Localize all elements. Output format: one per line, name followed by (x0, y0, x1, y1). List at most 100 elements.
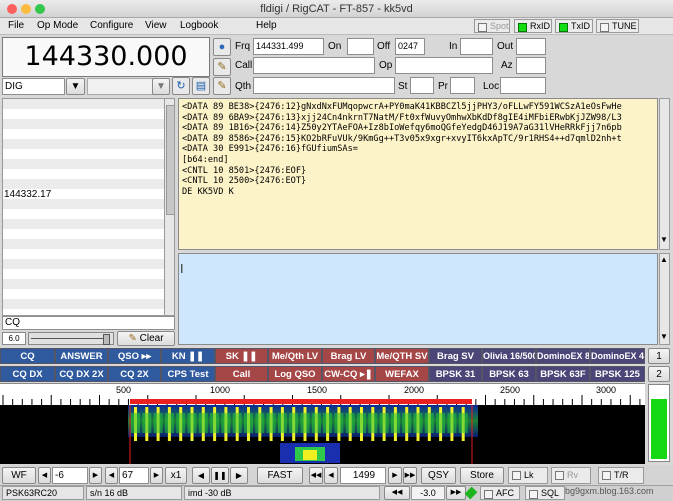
out-field[interactable] (516, 38, 546, 55)
menu-op-mode[interactable]: Op Mode (37, 20, 78, 31)
macro-cq[interactable]: CQ (0, 348, 55, 364)
pr-field[interactable] (450, 77, 475, 94)
spot-toggle[interactable]: Spot (474, 19, 510, 33)
qth-field[interactable] (253, 77, 395, 94)
notes-icon[interactable]: ✎ (213, 77, 231, 95)
afc-toggle[interactable]: AFC (480, 486, 520, 500)
qsy-button[interactable]: QSY (421, 467, 456, 484)
frequency-list-entry[interactable]: 144332.17 (4, 189, 51, 200)
carrier-fast-down-icon[interactable]: ◀◀ (309, 467, 323, 484)
macro-sk[interactable]: SK ❚❚ (215, 348, 268, 364)
ref-level-field[interactable]: -6 (52, 467, 88, 484)
macro-cq-2x[interactable]: CQ 2X (108, 366, 161, 382)
carrier-frequency-field[interactable]: 1499 (340, 467, 386, 484)
carrier-up-icon[interactable]: ▶ (388, 467, 402, 484)
speed-button[interactable]: FAST (257, 467, 303, 484)
chevron-up-icon[interactable]: ▲ (660, 255, 668, 264)
on-field[interactable] (347, 38, 374, 55)
menu-logbook[interactable]: Logbook (180, 20, 218, 31)
menu-view[interactable]: View (145, 20, 167, 31)
pan-left-icon[interactable]: ◀ (192, 467, 210, 484)
zoom-button[interactable]: x1 (165, 467, 187, 484)
frequency-scale[interactable]: 500 1000 1500 2000 2500 3000 (0, 383, 645, 406)
macro-wefax[interactable]: WEFAX (375, 366, 429, 382)
chevron-down-icon[interactable]: ▼ (660, 332, 668, 341)
macro-brag-sv[interactable]: Brag SV (429, 348, 482, 364)
macro-brag-lv[interactable]: Brag LV (322, 348, 375, 364)
carrier-fast-up-icon[interactable]: ▶▶ (403, 467, 417, 484)
macro-cps-test[interactable]: CPS Test (161, 366, 215, 382)
cq-call-field[interactable]: CQ (2, 316, 175, 330)
mode-dropdown-button[interactable]: ▼ (66, 78, 85, 95)
save-freq-icon[interactable]: ▤ (192, 77, 210, 95)
macro-dominoex-4[interactable]: DominoEX 4 (590, 348, 645, 364)
reverse-toggle[interactable]: Rv (551, 467, 591, 484)
mode-select[interactable]: DIG (2, 78, 65, 95)
carrier-down-icon[interactable]: ◀ (324, 467, 338, 484)
txid-toggle[interactable]: TxID (555, 19, 593, 33)
broom-icon[interactable]: ✎ (213, 58, 231, 76)
transmit-text-pane[interactable]: Ⅰ (178, 253, 658, 345)
frq-field[interactable]: 144331.499 (253, 38, 324, 55)
menu-help[interactable]: Help (256, 20, 277, 31)
macro-kn[interactable]: KN ❚❚ (161, 348, 215, 364)
ref-increase-icon[interactable]: ▶ (89, 467, 102, 484)
rig-dropdown-button[interactable]: ▼ (152, 78, 170, 95)
pause-icon[interactable]: ❚❚ (211, 467, 229, 484)
status-mode[interactable]: PSK63RC20 (2, 486, 84, 500)
waterfall[interactable] (0, 405, 645, 464)
offset-up-icon[interactable]: ▶▶ (446, 486, 466, 500)
menu-file[interactable]: File (8, 20, 24, 31)
rx-scrollbar[interactable]: ▼ (659, 98, 670, 250)
refresh-icon[interactable]: ↻ (172, 77, 190, 95)
offset-down-icon[interactable]: ◀◀ (384, 486, 410, 500)
store-button[interactable]: Store (460, 467, 504, 484)
globe-icon[interactable]: ● (213, 38, 231, 56)
frequency-list-scrollbar[interactable] (164, 98, 175, 316)
macro-answer[interactable]: ANSWER (55, 348, 108, 364)
frequency-display[interactable]: 144330.000 (2, 37, 210, 77)
wf-mode-button[interactable]: WF (2, 467, 36, 484)
range-field[interactable]: 67 (119, 467, 149, 484)
macro-set-2-button[interactable]: 2 (648, 366, 670, 382)
macro-call[interactable]: Call (215, 366, 268, 382)
clear-button[interactable]: ✎ Clear (117, 331, 175, 346)
ref-decrease-icon[interactable]: ◀ (38, 467, 51, 484)
macro-me-qth-sv[interactable]: Me/QTH SV (375, 348, 429, 364)
frequency-list[interactable] (2, 98, 175, 316)
macro-bpsk-31[interactable]: BPSK 31 (429, 366, 482, 382)
macro-bpsk-125[interactable]: BPSK 125 (590, 366, 645, 382)
range-increase-icon[interactable]: ▶ (150, 467, 163, 484)
macro-me-qth-lv[interactable]: Me/Qth LV (268, 348, 322, 364)
macro-log-qso[interactable]: Log QSO (268, 366, 322, 382)
macro-cq-dx-2x[interactable]: CQ DX 2X (55, 366, 108, 382)
tune-toggle[interactable]: TUNE (596, 19, 639, 33)
range-decrease-icon[interactable]: ◀ (105, 467, 118, 484)
scroll-thumb[interactable] (166, 105, 175, 215)
squelch-slider[interactable] (28, 332, 114, 345)
tx-scrollbar[interactable]: ▲ ▼ (659, 253, 670, 345)
receive-text-pane[interactable]: <DATA 89 BE38>{2476:12}gNxdNxFUMqopwcrA+… (178, 98, 658, 250)
macro-cw-cq[interactable]: CW-CQ ▸❚ (322, 366, 375, 382)
menu-configure[interactable]: Configure (90, 20, 133, 31)
call-field[interactable] (253, 57, 375, 74)
loc-field[interactable] (500, 77, 546, 94)
pan-right-icon[interactable]: ▶ (230, 467, 248, 484)
off-field[interactable]: 0247 (395, 38, 425, 55)
rxid-toggle[interactable]: RxID (514, 19, 552, 33)
op-field[interactable] (395, 57, 493, 74)
macro-bpsk-63[interactable]: BPSK 63 (482, 366, 536, 382)
macro-dominoex-8[interactable]: DominoEX 8 (536, 348, 590, 364)
macro-set-1-button[interactable]: 1 (648, 348, 670, 364)
sql-toggle[interactable]: SQL (525, 486, 565, 500)
macro-bpsk-63f[interactable]: BPSK 63F (536, 366, 590, 382)
macro-qso[interactable]: QSO ▸▸ (108, 348, 161, 364)
tr-toggle[interactable]: T/R (598, 467, 644, 484)
macro-olivia[interactable]: Olivia 16/500 (482, 348, 536, 364)
lock-toggle[interactable]: Lk (508, 467, 548, 484)
slider-handle[interactable] (103, 334, 110, 345)
chevron-down-icon[interactable]: ▼ (660, 235, 668, 244)
offset-value[interactable]: -3.0 (411, 486, 445, 500)
in-field[interactable] (460, 38, 493, 55)
az-field[interactable] (516, 57, 546, 74)
